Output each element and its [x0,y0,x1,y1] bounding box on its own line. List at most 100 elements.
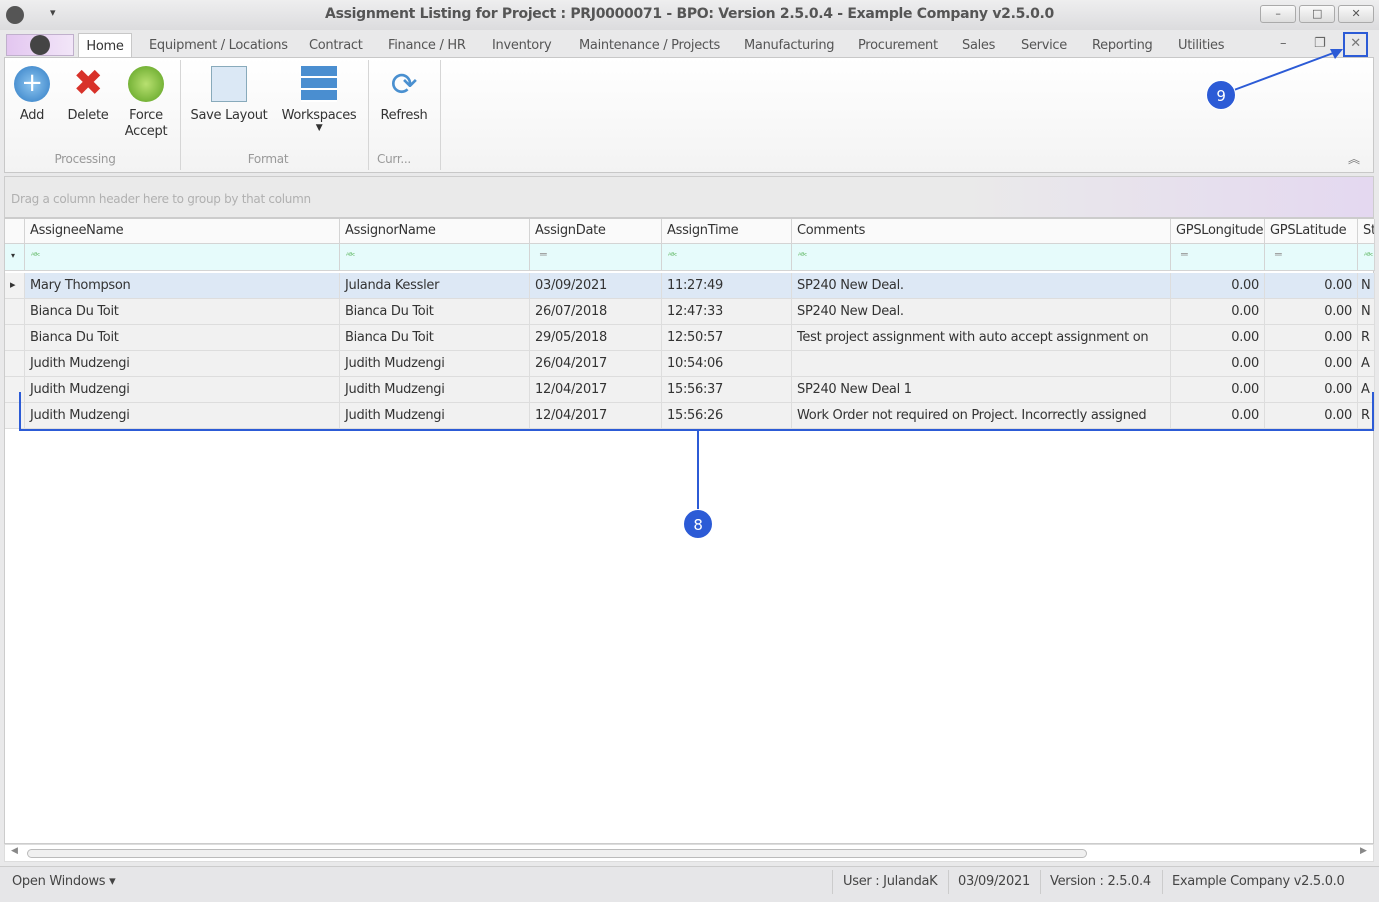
column-header-gps-latitude[interactable]: GPSLatitude [1265,219,1358,244]
cell-gps-longitude[interactable]: 0.00 [1171,299,1265,325]
tab-home[interactable]: Home [78,33,132,59]
cell-gps-longitude[interactable]: 0.00 [1171,273,1265,299]
cell-assign-date[interactable]: 03/09/2021 [530,273,662,299]
cell-assignee-name[interactable]: Judith Mudzengi [25,403,340,429]
cell-assign-time[interactable]: 12:47:33 [662,299,792,325]
group-by-panel[interactable]: Drag a column header here to group by th… [4,176,1374,218]
column-header-assignor-name[interactable]: AssignorName [340,219,530,244]
collapse-ribbon-icon[interactable]: ︽ [1348,150,1360,167]
tab-manufacturing[interactable]: Manufacturing [744,38,835,53]
tab-maintenance-projects[interactable]: Maintenance / Projects [579,38,720,53]
close-window-button[interactable]: ✕ [1338,5,1374,23]
filter-cell-assignee-name[interactable]: ᴬᴮᶜ [25,244,340,271]
cell-comments[interactable]: SP240 New Deal. [792,273,1171,299]
row-indicator[interactable] [5,351,25,377]
filter-cell-assignor-name[interactable]: ᴬᴮᶜ [340,244,530,271]
cell-assign-date[interactable]: 12/04/2017 [530,403,662,429]
cell-gps-longitude[interactable]: 0.00 [1171,325,1265,351]
cell-assign-date[interactable]: 26/07/2018 [530,299,662,325]
tab-sales[interactable]: Sales [962,38,995,53]
cell-assign-date[interactable]: 29/05/2018 [530,325,662,351]
row-indicator[interactable] [5,325,25,351]
cell-assignor-name[interactable]: Judith Mudzengi [340,351,530,377]
mdi-close-icon[interactable]: ✕ [1344,33,1367,56]
application-menu-button[interactable] [6,34,74,56]
cell-comments[interactable]: SP240 New Deal 1 [792,377,1171,403]
cell-assign-time[interactable]: 11:27:49 [662,273,792,299]
cell-assignor-name[interactable]: Bianca Du Toit [340,299,530,325]
cell-comments[interactable] [792,351,1171,377]
cell-gps-latitude[interactable]: 0.00 [1265,273,1358,299]
cell-gps-latitude[interactable]: 0.00 [1265,403,1358,429]
maximize-button[interactable]: □ [1299,5,1335,23]
cell-assignor-name[interactable]: Bianca Du Toit [340,325,530,351]
cell-assign-date[interactable]: 12/04/2017 [530,377,662,403]
column-header-assign-time[interactable]: AssignTime [662,219,792,244]
column-header-assignee-name[interactable]: AssigneeName [25,219,340,244]
filter-cell-status[interactable]: ᴬᴮᶜ [1358,244,1375,271]
add-button[interactable]: + Add [10,66,54,123]
cell-assignee-name[interactable]: Bianca Du Toit [25,299,340,325]
cell-gps-longitude[interactable]: 0.00 [1171,351,1265,377]
minimize-button[interactable]: – [1260,5,1296,23]
cell-assign-time[interactable]: 15:56:37 [662,377,792,403]
cell-assign-time[interactable]: 12:50:57 [662,325,792,351]
cell-comments[interactable]: SP240 New Deal. [792,299,1171,325]
save-layout-button[interactable]: Save Layout [188,66,270,123]
tab-contract[interactable]: Contract [309,38,363,53]
cell-comments[interactable]: Work Order not required on Project. Inco… [792,403,1171,429]
row-indicator[interactable] [5,299,25,325]
cell-status[interactable]: R [1358,325,1375,351]
filter-cell-gps-longitude[interactable]: ═ [1171,244,1265,271]
cell-assign-time[interactable]: 10:54:06 [662,351,792,377]
filter-cell-assign-date[interactable]: ═ [530,244,662,271]
tab-service[interactable]: Service [1021,38,1067,53]
cell-assignor-name[interactable]: Judith Mudzengi [340,403,530,429]
tab-utilities[interactable]: Utilities [1178,38,1225,53]
scrollbar-thumb[interactable] [27,849,1087,858]
row-indicator[interactable]: ▸ [5,273,25,299]
cell-assign-date[interactable]: 26/04/2017 [530,351,662,377]
cell-assignee-name[interactable]: Mary Thompson [25,273,340,299]
cell-gps-latitude[interactable]: 0.00 [1265,325,1358,351]
column-header-status[interactable]: St [1358,219,1375,244]
open-windows-button[interactable]: Open Windows ▾ [12,874,116,889]
cell-status[interactable]: N [1358,299,1375,325]
cell-gps-longitude[interactable]: 0.00 [1171,377,1265,403]
cell-gps-latitude[interactable]: 0.00 [1265,377,1358,403]
column-header-comments[interactable]: Comments [792,219,1171,244]
refresh-button[interactable]: ⟳ Refresh [376,66,432,123]
tab-equipment-locations[interactable]: Equipment / Locations [149,38,288,53]
mdi-restore-icon[interactable]: ❐ [1314,36,1326,51]
cell-status[interactable]: A [1358,351,1375,377]
cell-gps-longitude[interactable]: 0.00 [1171,403,1265,429]
workspaces-button[interactable]: Workspaces ▼ [280,66,358,133]
filter-cell-assign-time[interactable]: ᴬᴮᶜ [662,244,792,271]
filter-cell-gps-latitude[interactable]: ═ [1265,244,1358,271]
cell-comments[interactable]: Test project assignment with auto accept… [792,325,1171,351]
cell-gps-latitude[interactable]: 0.00 [1265,351,1358,377]
cell-status[interactable]: R [1358,403,1375,429]
tab-inventory[interactable]: Inventory [492,38,552,53]
cell-status[interactable]: N [1358,273,1375,299]
tab-procurement[interactable]: Procurement [858,38,938,53]
delete-button[interactable]: ✖ Delete [63,66,113,124]
horizontal-scrollbar[interactable]: ◀ ▶ [4,844,1374,862]
mdi-minimize-icon[interactable]: – [1280,36,1287,51]
cell-assignor-name[interactable]: Judith Mudzengi [340,377,530,403]
cell-assignor-name[interactable]: Julanda Kessler [340,273,530,299]
tab-reporting[interactable]: Reporting [1092,38,1153,53]
filter-cell-comments[interactable]: ᴬᴮᶜ [792,244,1171,271]
cell-assignee-name[interactable]: Judith Mudzengi [25,351,340,377]
cell-assign-time[interactable]: 15:56:26 [662,403,792,429]
column-header-gps-longitude[interactable]: GPSLongitude [1171,219,1265,244]
column-header-assign-date[interactable]: AssignDate [530,219,662,244]
force-accept-button[interactable]: Force Accept [120,66,172,140]
row-indicator[interactable] [5,377,25,403]
row-indicator[interactable] [5,403,25,429]
cell-status[interactable]: A [1358,377,1375,403]
cell-assignee-name[interactable]: Judith Mudzengi [25,377,340,403]
tab-finance-hr[interactable]: Finance / HR [388,38,466,53]
cell-gps-latitude[interactable]: 0.00 [1265,299,1358,325]
cell-assignee-name[interactable]: Bianca Du Toit [25,325,340,351]
